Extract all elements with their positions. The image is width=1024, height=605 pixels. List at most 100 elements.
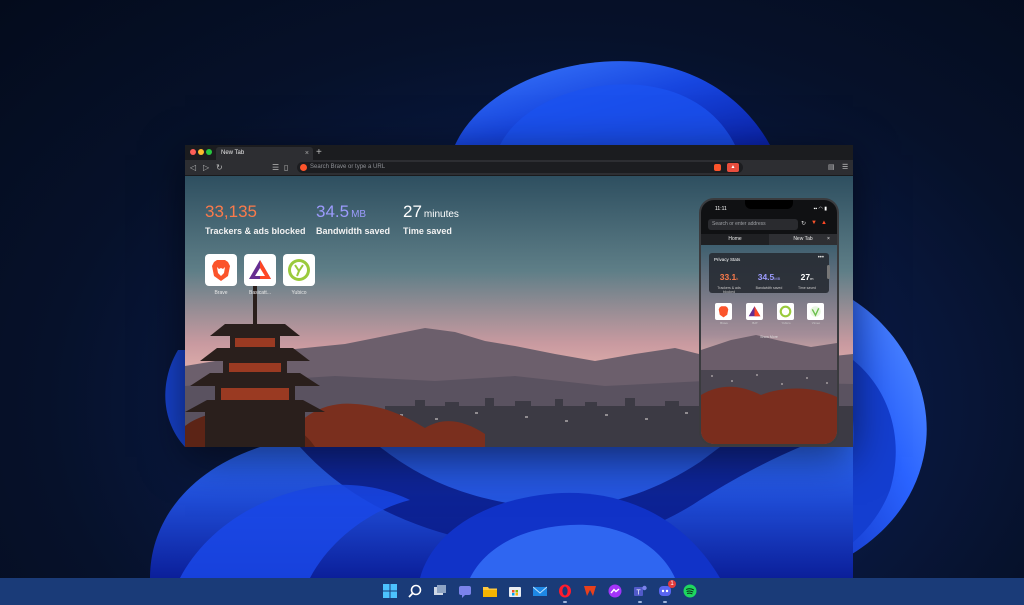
yubico-icon — [779, 305, 792, 318]
stat-time: 27 minutes Time saved — [403, 202, 459, 236]
phone-signal-icon: ▪▪ ◠ ▮ — [813, 206, 827, 212]
new-tab-button[interactable]: + — [316, 145, 322, 160]
bat-triangle-icon — [249, 260, 271, 279]
mail-icon[interactable] — [532, 583, 548, 599]
vimeo-icon — [810, 306, 821, 317]
toolbar: ◁ ▷ ↻ ☰ ▯ Search Brave or type a URL ▲ ▤… — [185, 160, 853, 176]
brave-lion-icon — [718, 306, 729, 318]
phone-rewards-icon[interactable]: ▲ — [821, 220, 827, 226]
address-bar[interactable]: Search Brave or type a URL ▲ — [297, 162, 743, 173]
brave-shields-icon[interactable] — [714, 164, 721, 171]
stat-trackers-value: 33,135 — [205, 202, 257, 221]
windows-start-icon[interactable] — [382, 583, 398, 599]
phone-stat-value: 33.1 — [719, 272, 737, 282]
phone-stat-bandwidth: 34.5MB Bandwidth saved — [751, 267, 787, 290]
reload-icon[interactable]: ↻ — [216, 160, 223, 175]
task-view-icon[interactable] — [432, 583, 448, 599]
discord-icon[interactable]: 1 — [657, 580, 676, 603]
phone-stat-unit: m — [810, 276, 814, 281]
spotify-icon[interactable] — [682, 583, 698, 599]
file-explorer-icon[interactable] — [482, 583, 498, 599]
phone-stat-label: Time saved — [798, 286, 816, 290]
phone-shields-icon[interactable]: ▼ — [811, 220, 817, 226]
bookmark-add-icon[interactable]: ▯ — [284, 160, 288, 175]
minimize-window-button[interactable] — [198, 149, 204, 155]
store-icon[interactable] — [507, 583, 523, 599]
stat-bandwidth-value: 34.5 — [316, 202, 350, 221]
stat-bandwidth-label: Bandwidth saved — [316, 226, 391, 236]
yubico-icon — [288, 259, 310, 281]
teams-chat-icon[interactable] — [457, 583, 473, 599]
close-window-button[interactable] — [190, 149, 196, 155]
phone-privacy-stats-card: Privacy Stats ••• 33.1k Trackers & ads b… — [709, 253, 829, 294]
top-site-label: Brave — [214, 290, 228, 296]
top-site-label: Yubico — [291, 290, 307, 296]
stat-bandwidth-unit: MB — [351, 209, 367, 220]
running-indicator — [638, 601, 642, 603]
phone-mockup: 11:11 ▪▪ ◠ ▮ Search or enter address ↻ ▼… — [699, 198, 839, 446]
phone-show-more-link[interactable]: Show More — [701, 335, 837, 339]
brave-rewards-icon[interactable]: ▲ — [727, 163, 739, 172]
search-icon[interactable] — [407, 583, 423, 599]
phone-tab-strip: Home New Tab × — [701, 234, 837, 245]
phone-new-tab-page: Privacy Stats ••• 33.1k Trackers & ads b… — [701, 245, 837, 444]
stat-trackers: 33,135 Trackers & ads blocked — [205, 202, 306, 236]
top-site-label: Basicatt... — [249, 290, 271, 296]
phone-stat-time: 27m Time saved — [789, 267, 825, 290]
phone-stat-value: 27 — [800, 272, 811, 282]
phone-tab-label: New Tab — [793, 236, 813, 242]
tab-bar: New Tab × + — [185, 145, 853, 160]
teams-icon[interactable]: T — [632, 583, 648, 603]
running-indicator — [663, 601, 667, 603]
stat-time-unit: minutes — [423, 209, 459, 220]
phone-top-site-label: BAT — [752, 321, 758, 325]
phone-top-site-vimeo[interactable]: Vimeo — [807, 303, 825, 325]
bookmarks-icon[interactable]: ☰ — [272, 160, 279, 175]
phone-stat-unit: k — [736, 276, 739, 281]
windows-taskbar: T 1 — [0, 578, 1024, 605]
wallet-icon[interactable]: ▤ — [828, 160, 835, 175]
phone-stat-label: Bandwidth saved — [755, 286, 783, 290]
top-site-yubico[interactable]: Yubico — [283, 254, 315, 296]
running-indicator — [563, 601, 567, 603]
stat-time-value: 27 — [403, 202, 422, 221]
phone-top-site-yubico[interactable]: Yubico — [777, 303, 795, 325]
phone-stat-unit: MB — [774, 276, 781, 281]
tab-new-tab[interactable]: New Tab × — [216, 147, 313, 160]
forward-icon[interactable]: ▷ — [203, 160, 209, 175]
phone-top-site-bat[interactable]: BAT — [746, 303, 764, 325]
phone-reload-icon[interactable]: ↻ — [801, 220, 806, 227]
brave-lion-icon — [212, 260, 230, 281]
phone-tab-close-icon[interactable]: × — [827, 234, 830, 245]
office-icon[interactable] — [582, 583, 598, 599]
phone-tab-home[interactable]: Home — [701, 234, 769, 245]
menu-icon[interactable]: ☰ — [842, 160, 848, 175]
back-icon[interactable]: ◁ — [190, 160, 196, 175]
stat-time-label: Time saved — [403, 226, 452, 236]
top-site-brave[interactable]: Brave — [205, 254, 237, 296]
maximize-window-button[interactable] — [206, 149, 212, 155]
address-placeholder: Search Brave or type a URL — [310, 164, 386, 170]
phone-stat-trackers: 33.1k Trackers & ads blocked — [711, 267, 747, 294]
tab-title: New Tab — [221, 150, 245, 156]
top-site-bat[interactable]: Basicatt... — [244, 254, 276, 296]
phone-stat-label: Trackers & ads blocked — [717, 286, 741, 294]
phone-address-bar[interactable]: Search or enter address — [708, 219, 798, 230]
tab-close-icon[interactable]: × — [305, 147, 309, 160]
phone-top-site-brave[interactable]: Brave — [715, 303, 733, 325]
discord-notification-badge: 1 — [668, 580, 676, 588]
opera-icon[interactable] — [557, 583, 573, 603]
messenger-icon[interactable] — [607, 583, 623, 599]
phone-top-site-label: Yubico — [781, 321, 791, 325]
phone-card-title: Privacy Stats — [714, 257, 741, 262]
phone-notch — [745, 200, 793, 209]
stat-trackers-label: Trackers & ads blocked — [205, 226, 306, 236]
phone-top-site-label: Vimeo — [811, 321, 821, 325]
site-shield-icon — [300, 164, 307, 171]
stat-bandwidth: 34.5 MB Bandwidth saved — [316, 202, 390, 236]
phone-top-site-label: Brave — [720, 321, 728, 325]
svg-text:T: T — [636, 590, 641, 597]
more-options-icon[interactable]: ••• — [818, 255, 824, 261]
phone-scrollbar[interactable] — [827, 265, 830, 279]
phone-status-bar: 11:11 ▪▪ ◠ ▮ — [701, 200, 837, 216]
